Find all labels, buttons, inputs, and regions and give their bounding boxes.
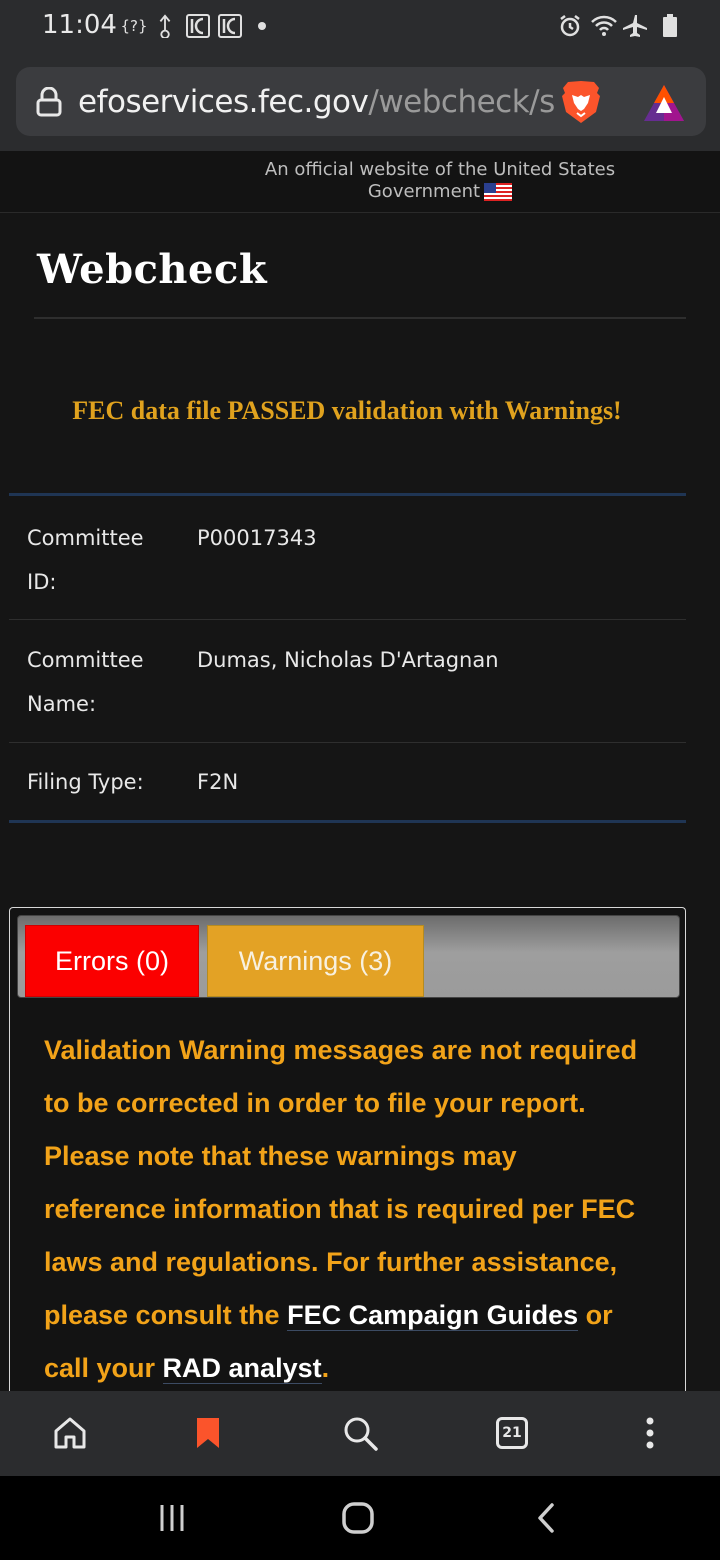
- filing-type-label: Filing Type:: [27, 770, 144, 794]
- bookmark-button[interactable]: [186, 1411, 230, 1455]
- table-row: Committee ID: P00017343: [9, 496, 686, 620]
- url-bar[interactable]: efoservices.fec.gov/webcheck/se: [16, 67, 706, 136]
- home-nav-button[interactable]: [336, 1498, 380, 1538]
- usb-icon: [159, 14, 171, 38]
- airplane-mode-icon: [623, 15, 647, 37]
- filing-info-table: Committee ID: P00017343 Committee Name: …: [9, 493, 686, 823]
- battery-icon: [663, 14, 677, 37]
- recent-apps-button[interactable]: [150, 1498, 194, 1538]
- browser-bottom-toolbar: 21: [0, 1391, 720, 1476]
- gov-banner-label: An official website of the United States…: [264, 159, 616, 202]
- home-button-icon: [342, 1502, 374, 1534]
- committee-name-label: Committee Name:: [27, 648, 144, 716]
- back-icon: [538, 1503, 554, 1533]
- fec-campaign-guides-link[interactable]: FEC Campaign Guides: [287, 1300, 579, 1331]
- alarm-icon: [560, 15, 580, 37]
- brave-shields-icon[interactable]: [560, 79, 602, 125]
- home-icon: [54, 1417, 86, 1449]
- status-time: 11:04: [42, 10, 117, 40]
- bookmark-icon: [197, 1418, 219, 1448]
- table-row: Committee Name: Dumas, Nicholas D'Artagn…: [9, 620, 686, 743]
- gov-banner-text: An official website of the United States…: [240, 159, 640, 203]
- recent-apps-icon: [160, 1505, 184, 1531]
- status-bar: 11:04 {?}: [0, 0, 720, 54]
- brave-rewards-icon[interactable]: [642, 83, 686, 123]
- page-title: Webcheck: [37, 246, 268, 293]
- tab-warnings[interactable]: Warnings (3): [207, 925, 424, 997]
- committee-name-value: Dumas, Nicholas D'Artagnan: [197, 648, 499, 672]
- dot-icon: [258, 22, 266, 30]
- warning-text-part: Validation Warning messages are not requ…: [44, 1035, 638, 1330]
- search-icon: [344, 1417, 378, 1451]
- warning-text-part: .: [321, 1353, 330, 1383]
- url-domain: efoservices.fec.gov: [78, 84, 369, 120]
- app-icon: [218, 14, 242, 38]
- tab-errors[interactable]: Errors (0): [25, 925, 199, 997]
- unknown-notification-icon: {?}: [120, 17, 148, 35]
- wifi-icon: [591, 15, 617, 36]
- more-menu-icon: [646, 1417, 654, 1449]
- lock-icon[interactable]: [36, 87, 62, 117]
- home-button[interactable]: [48, 1411, 92, 1455]
- filing-type-value: F2N: [197, 770, 239, 794]
- warning-explanation: Validation Warning messages are not requ…: [44, 1024, 644, 1395]
- android-nav-bar: [0, 1476, 720, 1560]
- validation-result-message: FEC data file PASSED validation with War…: [72, 396, 622, 425]
- tabs-icon: 21: [496, 1417, 528, 1449]
- more-menu-button[interactable]: [628, 1411, 672, 1455]
- tab-strip: Errors (0) Warnings (3): [17, 915, 680, 998]
- back-button[interactable]: [524, 1498, 568, 1538]
- us-flag-icon: [484, 183, 513, 201]
- app-icon: [186, 14, 210, 38]
- tabs-button[interactable]: 21: [490, 1411, 534, 1455]
- rad-analyst-link[interactable]: RAD analyst: [162, 1353, 322, 1384]
- url-path: /webcheck/se: [368, 84, 554, 120]
- url-text[interactable]: efoservices.fec.gov/webcheck/se: [78, 84, 554, 120]
- search-button[interactable]: [338, 1411, 382, 1455]
- committee-id-label: Committee ID:: [27, 526, 144, 594]
- committee-id-value: P00017343: [197, 526, 317, 550]
- table-row: Filing Type: F2N: [9, 743, 686, 820]
- browser-top-bar: efoservices.fec.gov/webcheck/se: [0, 54, 720, 151]
- gov-banner: An official website of the United States…: [0, 151, 720, 213]
- title-divider: [34, 317, 686, 319]
